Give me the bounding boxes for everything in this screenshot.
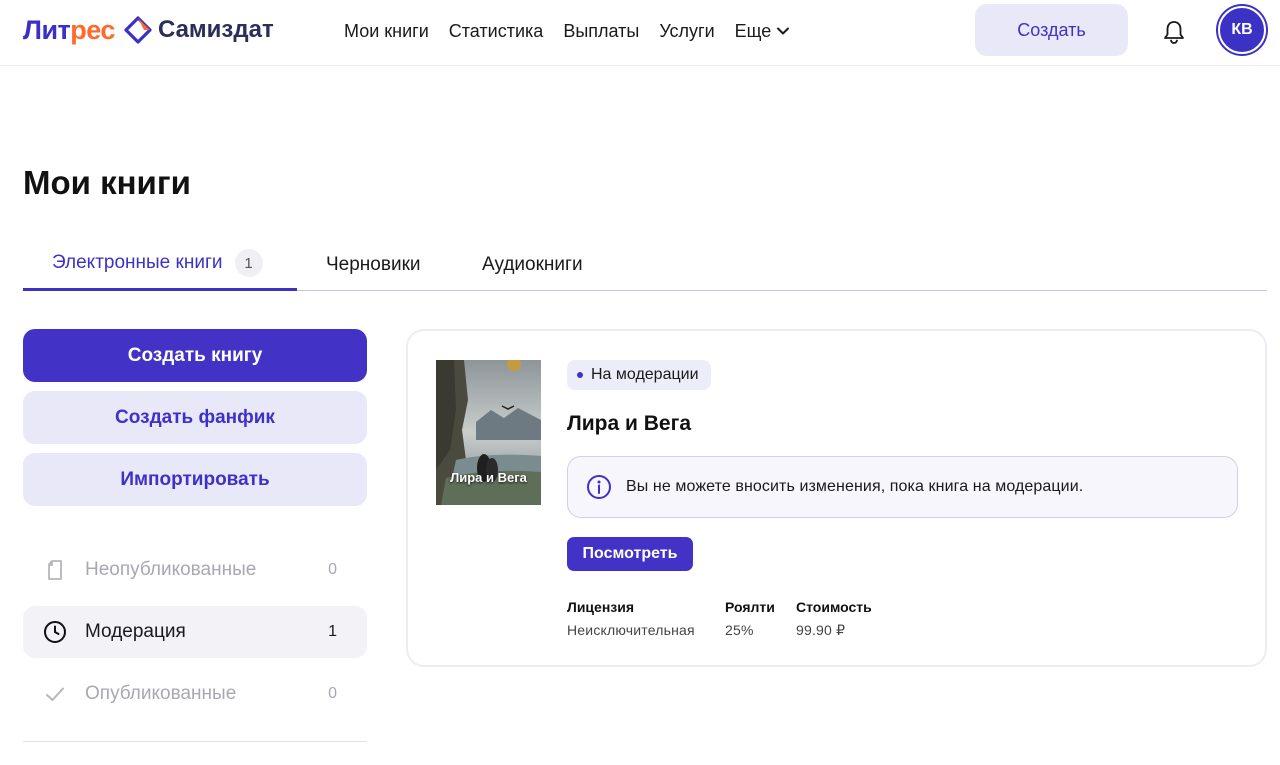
view-book-button[interactable]: Посмотреть bbox=[567, 537, 693, 571]
document-icon bbox=[43, 558, 67, 582]
meta-royalty-label: Роялти bbox=[725, 599, 775, 615]
tab-audiobooks[interactable]: Аудиокниги bbox=[482, 238, 583, 291]
book-title[interactable]: Лира и Вега bbox=[567, 411, 691, 437]
top-header: Литрес Самиздат Мои книги Статистика Вып… bbox=[0, 0, 1280, 66]
meta-license-label: Лицензия bbox=[567, 599, 635, 615]
cover-title: Лира и Вега bbox=[450, 470, 527, 485]
nav-my-books[interactable]: Мои книги bbox=[344, 18, 429, 44]
tab-drafts-label: Черновики bbox=[326, 253, 421, 275]
status-dot-icon bbox=[577, 372, 583, 378]
check-icon bbox=[43, 682, 67, 706]
create-fanfic-button[interactable]: Создать фанфик bbox=[23, 391, 367, 444]
nav-services[interactable]: Услуги bbox=[659, 18, 714, 44]
info-icon bbox=[587, 475, 611, 499]
book-type-tabs: Электронные книги 1 Черновики Аудиокниги bbox=[23, 238, 1267, 291]
tab-ebooks-count-badge: 1 bbox=[234, 249, 263, 277]
tab-audiobooks-label: Аудиокниги bbox=[482, 253, 583, 275]
sidebar-divider bbox=[23, 741, 367, 742]
meta-royalty: Роялти 25% bbox=[725, 598, 775, 639]
user-avatar[interactable]: КВ bbox=[1218, 6, 1266, 54]
chevron-down-icon bbox=[777, 27, 790, 35]
meta-price-label: Стоимость bbox=[796, 599, 872, 615]
status-badge: На модерации bbox=[567, 360, 711, 390]
filter-unpublished-label: Неопубликованные bbox=[85, 559, 257, 580]
logo-litres: Литрес bbox=[23, 15, 115, 45]
clock-icon bbox=[43, 620, 67, 644]
page-title: Мои книги bbox=[23, 164, 191, 201]
filter-published-count: 0 bbox=[328, 685, 337, 702]
tab-ebooks[interactable]: Электронные книги 1 bbox=[23, 238, 297, 291]
nav-more-dropdown[interactable]: Еще bbox=[735, 18, 792, 44]
filter-published[interactable]: Опубликованные 0 bbox=[23, 668, 367, 720]
filter-moderation-count: 1 bbox=[328, 623, 337, 640]
notice-text: Вы не можете вносить изменения, пока кни… bbox=[626, 478, 1084, 495]
meta-price-value: 99.90 ₽ bbox=[796, 622, 846, 638]
tab-drafts[interactable]: Черновики bbox=[326, 238, 421, 291]
bell-icon[interactable] bbox=[1160, 18, 1188, 46]
nav-statistics[interactable]: Статистика bbox=[449, 18, 544, 44]
logo-samizdat: Самиздат bbox=[157, 16, 274, 43]
filter-published-label: Опубликованные bbox=[85, 683, 237, 704]
meta-price: Стоимость 99.90 ₽ bbox=[796, 598, 872, 639]
create-book-button[interactable]: Создать книгу bbox=[23, 329, 367, 382]
diamond-logo-icon bbox=[124, 16, 152, 44]
filter-moderation[interactable]: Модерация 1 bbox=[23, 606, 367, 658]
nav-payouts[interactable]: Выплаты bbox=[563, 18, 639, 44]
tab-ebooks-label: Электронные книги bbox=[52, 252, 223, 273]
book-card: Лира и Вега На модерации Лира и Вега Вы … bbox=[406, 329, 1267, 667]
meta-license-value: Неисключительная bbox=[567, 622, 695, 638]
filter-unpublished-count: 0 bbox=[328, 561, 337, 578]
main-nav: Мои книги Статистика Выплаты Услуги Еще bbox=[344, 18, 811, 44]
import-button[interactable]: Импортировать bbox=[23, 453, 367, 506]
create-button[interactable]: Создать bbox=[975, 4, 1128, 56]
moderation-notice: Вы не можете вносить изменения, пока кни… bbox=[567, 456, 1238, 518]
meta-license: Лицензия Неисключительная bbox=[567, 598, 695, 639]
book-cover[interactable]: Лира и Вега bbox=[436, 360, 541, 505]
nav-more-label: Еще bbox=[734, 21, 772, 41]
litres-samizdat-logo[interactable]: Литрес Самиздат bbox=[23, 14, 274, 46]
status-label: На модерации bbox=[591, 366, 699, 383]
filter-moderation-label: Модерация bbox=[85, 621, 186, 642]
filter-unpublished[interactable]: Неопубликованные 0 bbox=[23, 544, 367, 596]
meta-royalty-value: 25% bbox=[725, 622, 754, 638]
